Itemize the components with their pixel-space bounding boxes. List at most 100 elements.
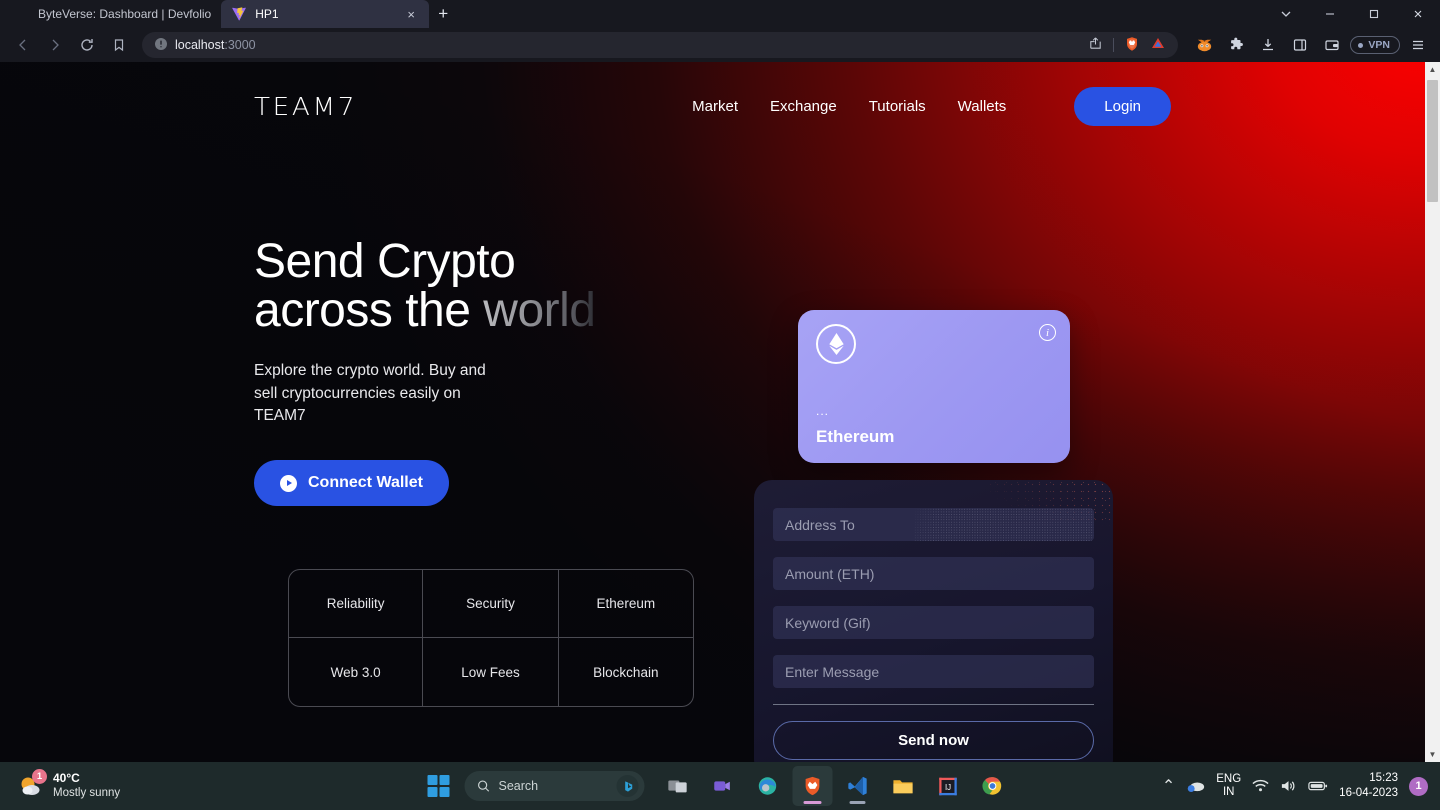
nav-link-tutorials[interactable]: Tutorials: [869, 98, 926, 115]
feature-cell-security: Security: [423, 569, 559, 638]
ethereum-card-name: Ethereum: [816, 427, 895, 446]
bookmark-icon[interactable]: [104, 31, 134, 59]
metamask-icon[interactable]: [1190, 31, 1218, 59]
tray-overflow-icon[interactable]: ⌃: [1162, 776, 1175, 796]
brave-rewards-icon[interactable]: [1150, 36, 1166, 55]
battery-icon[interactable]: [1308, 780, 1328, 792]
connect-wallet-button[interactable]: Connect Wallet: [254, 460, 449, 507]
task-view-icon[interactable]: [658, 766, 698, 806]
send-crypto-form: Address To Amount (ETH) Keyword (Gif) En…: [754, 480, 1113, 762]
ethereum-card[interactable]: i ... Ethereum: [798, 310, 1070, 463]
form-divider: [773, 704, 1094, 705]
new-tab-button[interactable]: +: [429, 0, 457, 28]
feature-cell-ethereum: Ethereum: [558, 569, 694, 638]
browser-tab-hp1[interactable]: HP1 ×: [221, 0, 430, 28]
clock[interactable]: 15:23 16-04-2023: [1339, 771, 1398, 801]
volume-icon[interactable]: [1280, 779, 1297, 793]
browser-window: ByteVerse: Dashboard | Devfolio HP1 × +: [0, 0, 1440, 810]
info-icon[interactable]: i: [1039, 324, 1056, 341]
scroll-down-arrow-icon[interactable]: ▼: [1425, 747, 1440, 762]
tab-strip: ByteVerse: Dashboard | Devfolio HP1 × +: [0, 0, 1440, 28]
bing-chat-icon[interactable]: [616, 775, 639, 797]
address-bar[interactable]: localhost:3000: [142, 32, 1179, 58]
chrome-icon[interactable]: [973, 766, 1013, 806]
back-arrow-icon[interactable]: [8, 31, 38, 59]
nav-link-wallets[interactable]: Wallets: [958, 98, 1007, 115]
clock-date: 16-04-2023: [1339, 787, 1398, 799]
keyword-input[interactable]: Keyword (Gif): [773, 606, 1094, 639]
not-secure-icon[interactable]: [154, 37, 168, 54]
brave-shield-icon[interactable]: [1124, 36, 1140, 55]
page-scrollbar[interactable]: ▲ ▼: [1425, 62, 1440, 762]
minimize-icon[interactable]: [1308, 0, 1352, 28]
address-to-input[interactable]: Address To: [773, 508, 1094, 541]
scrollbar-thumb[interactable]: [1427, 80, 1438, 202]
message-input[interactable]: Enter Message: [773, 655, 1094, 688]
maximize-icon[interactable]: [1352, 0, 1396, 28]
search-input[interactable]: Search: [464, 771, 645, 801]
windows-taskbar: 1 40°C Mostly sunny Search IJ ⌃ ENG IN 1…: [0, 762, 1440, 810]
edge-icon[interactable]: [748, 766, 788, 806]
forward-arrow-icon[interactable]: [40, 31, 70, 59]
search-placeholder: Search: [498, 779, 539, 793]
browser-tab-byteverse[interactable]: ByteVerse: Dashboard | Devfolio: [4, 0, 221, 28]
reload-icon[interactable]: [72, 31, 102, 59]
feature-cell-blockchain: Blockchain: [558, 638, 694, 707]
system-tray: ⌃ ENG IN 15:23 16-04-2023 1: [1162, 771, 1440, 801]
nav-link-exchange[interactable]: Exchange: [770, 98, 837, 115]
vscode-icon[interactable]: [838, 766, 878, 806]
ethereum-icon: [816, 324, 856, 364]
toolbar-divider: [1113, 38, 1115, 52]
search-icon: [478, 780, 490, 792]
play-circle-icon: [280, 474, 297, 492]
send-now-button[interactable]: Send now: [773, 721, 1094, 760]
hero-title-line1: Send Crypto: [254, 235, 516, 288]
ethereum-card-dots: ...: [816, 404, 830, 418]
close-tab-icon[interactable]: ×: [403, 6, 419, 22]
sidebar-icon[interactable]: [1286, 31, 1314, 59]
site-nav-links: Market Exchange Tutorials Wallets Login: [692, 86, 1171, 126]
brave-icon[interactable]: [792, 766, 833, 806]
team7-landing-page: TEAM7 Market Exchange Tutorials Wallets …: [0, 62, 1425, 762]
login-button[interactable]: Login: [1074, 86, 1171, 126]
tab-search-icon[interactable]: [1264, 0, 1308, 28]
feature-cell-low-fees: Low Fees: [423, 638, 559, 707]
site-logo[interactable]: TEAM7: [254, 92, 357, 121]
extensions-icon[interactable]: [1222, 31, 1250, 59]
tab-title: HP1: [255, 7, 279, 21]
amount-input[interactable]: Amount (ETH): [773, 557, 1094, 590]
browser-menu-icon[interactable]: [1404, 31, 1432, 59]
url-text: localhost:3000: [175, 38, 256, 52]
notification-badge[interactable]: 1: [1409, 776, 1428, 796]
feature-cell-reliability: Reliability: [288, 569, 424, 638]
teams-icon[interactable]: [703, 766, 743, 806]
extension-toolbar: VPN: [1186, 31, 1432, 59]
wifi-icon[interactable]: [1252, 779, 1269, 793]
feature-cell-web30: Web 3.0: [288, 638, 424, 707]
hero-title-line2: across the: [254, 284, 484, 338]
running-app-indicator: [849, 801, 866, 804]
weather-temperature: 40°C: [53, 771, 80, 786]
weather-text: 40°C Mostly sunny: [53, 771, 120, 800]
hero-section: Send Crypto across the world Explore the…: [254, 235, 724, 507]
site-navbar: TEAM7 Market Exchange Tutorials Wallets …: [0, 62, 1425, 150]
onedrive-icon[interactable]: [1186, 778, 1205, 794]
weather-condition: Mostly sunny: [53, 787, 121, 800]
nav-link-market[interactable]: Market: [692, 98, 738, 115]
close-window-icon[interactable]: [1396, 0, 1440, 28]
hero-title-faded-word: world: [483, 284, 596, 338]
vite-favicon: [231, 6, 247, 22]
vpn-label: VPN: [1368, 39, 1390, 51]
svg-text:IJ: IJ: [944, 783, 950, 792]
weather-widget[interactable]: 1 40°C Mostly sunny: [0, 769, 300, 800]
share-icon[interactable]: [1088, 36, 1103, 54]
downloads-icon[interactable]: [1254, 31, 1282, 59]
wallet-icon[interactable]: [1318, 31, 1346, 59]
taskbar-center: Search IJ: [427, 766, 1013, 806]
vpn-button[interactable]: VPN: [1350, 36, 1400, 54]
intellij-icon[interactable]: IJ: [928, 766, 968, 806]
start-button[interactable]: [427, 775, 450, 797]
language-indicator[interactable]: ENG IN: [1216, 773, 1241, 799]
scroll-up-arrow-icon[interactable]: ▲: [1425, 62, 1440, 77]
file-explorer-icon[interactable]: [883, 766, 923, 806]
